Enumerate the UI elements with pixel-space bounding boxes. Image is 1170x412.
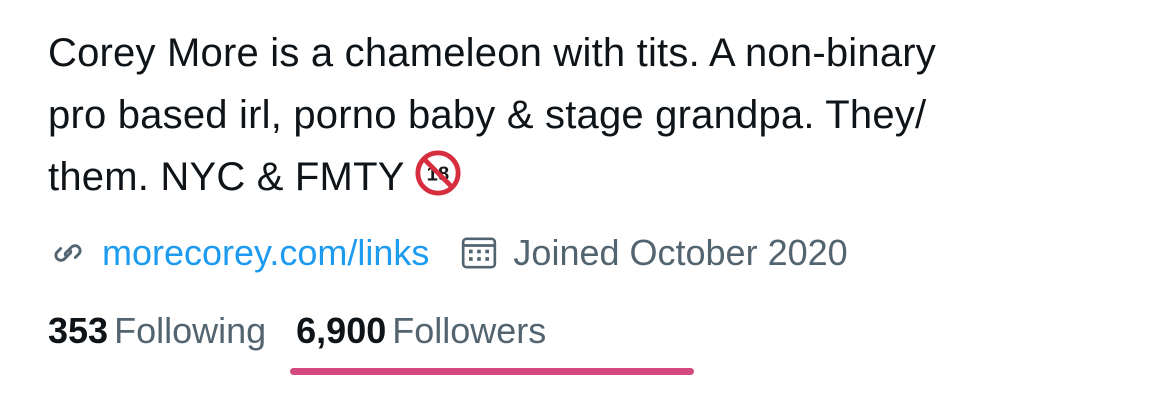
following-label: Following [114, 310, 267, 351]
no-one-under-eighteen-icon: 18 [415, 150, 461, 196]
following-stat[interactable]: 353 Following [48, 310, 266, 352]
highlight-underline [290, 368, 694, 375]
profile-meta: morecorey.com/links Joined October 2020 [48, 225, 878, 281]
calendar-icon [462, 237, 497, 269]
profile-header: Corey More is a chameleon with tits. A n… [48, 22, 1138, 208]
bio-line: pro based irl, porno baby & stage grandp… [48, 93, 927, 137]
profile-joined: Joined October 2020 [459, 232, 848, 274]
bio-line: Corey More is a chameleon with tits. A n… [48, 31, 936, 75]
joined-date: Joined October 2020 [513, 232, 848, 273]
followers-label: Followers [392, 310, 547, 351]
bio-line: them. NYC & FMTY 18 [48, 146, 1138, 208]
link-icon [54, 244, 82, 262]
followers-count: 6,900 [296, 310, 387, 351]
following-count: 353 [48, 310, 109, 351]
bio-line-text: them. NYC & FMTY [48, 155, 405, 199]
profile-stats: 353 Following 6,900 Followers [48, 310, 576, 352]
website-link[interactable]: morecorey.com/links [102, 232, 429, 274]
profile-website[interactable]: morecorey.com/links [48, 232, 429, 274]
followers-stat[interactable]: 6,900 Followers [296, 310, 546, 352]
profile-bio: Corey More is a chameleon with tits. A n… [48, 22, 1138, 208]
